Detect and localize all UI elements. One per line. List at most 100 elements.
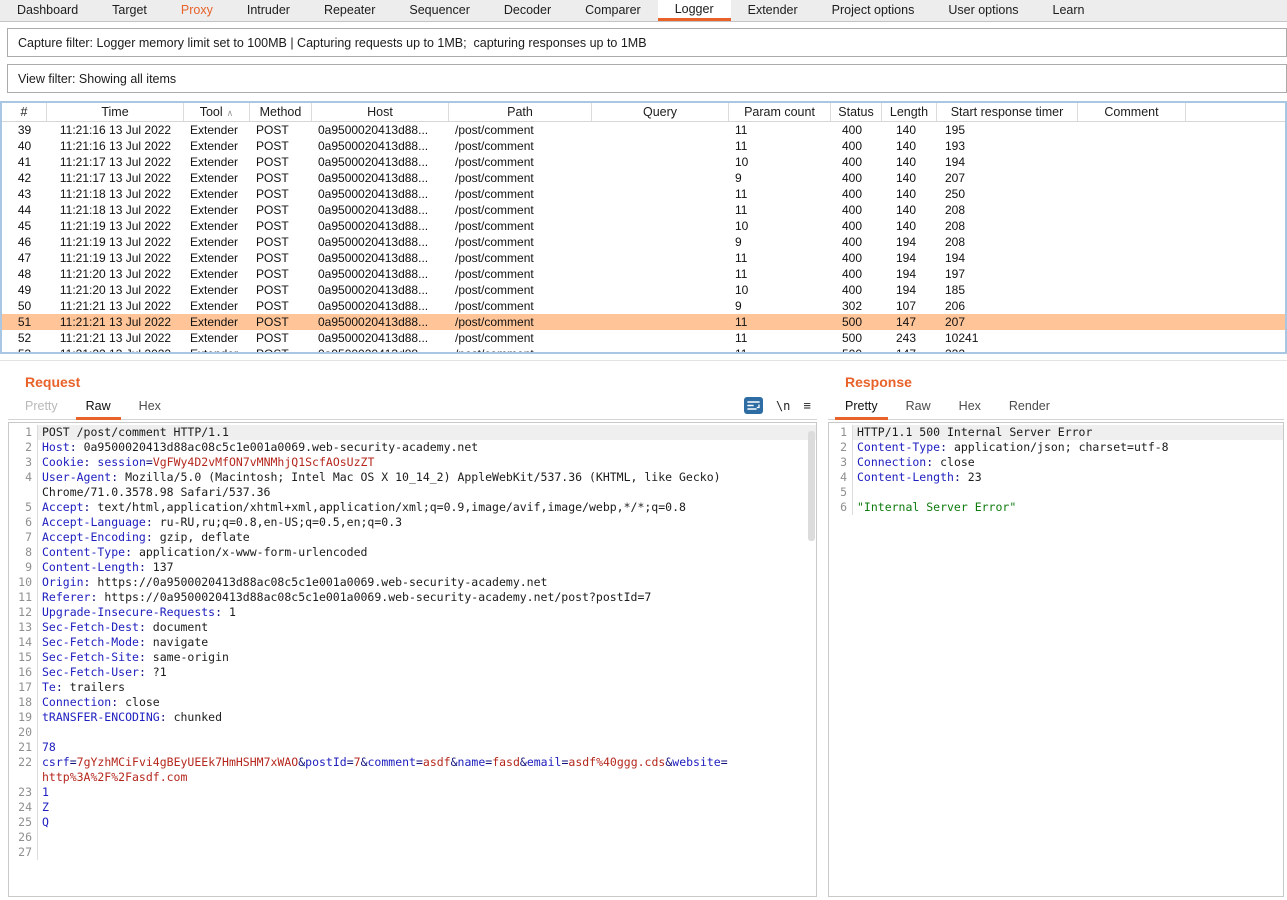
line-number: 19: [9, 710, 38, 725]
code-line: 5: [829, 485, 1283, 500]
table-row[interactable]: 4111:21:17 13 Jul 2022ExtenderPOST0a9500…: [2, 154, 1285, 170]
horizontal-splitter[interactable]: [0, 354, 1287, 361]
column-header-time[interactable]: Time: [47, 103, 184, 121]
cell-host: 0a9500020413d88...: [312, 138, 449, 154]
menu-tab-decoder[interactable]: Decoder: [487, 0, 568, 21]
column-header-num[interactable]: #: [2, 103, 47, 121]
cell-timer: 222: [937, 346, 1078, 354]
cell-status: 302: [831, 298, 882, 314]
column-header-query[interactable]: Query: [592, 103, 729, 121]
cell-length: 140: [882, 186, 937, 202]
cell-time: 11:21:21 13 Jul 2022: [47, 298, 184, 314]
tab-hex[interactable]: Hex: [125, 399, 175, 419]
cell-method: POST: [250, 218, 312, 234]
cell-num: 45: [2, 218, 47, 234]
cell-time: 11:21:17 13 Jul 2022: [47, 154, 184, 170]
cell-length: 140: [882, 202, 937, 218]
code-text: [38, 830, 816, 845]
table-row[interactable]: 5311:21:22 13 Jul 2022ExtenderPOST0a9500…: [2, 346, 1285, 354]
cell-length: 107: [882, 298, 937, 314]
cell-params: 9: [729, 298, 831, 314]
column-header-params[interactable]: Param count: [729, 103, 831, 121]
editor-menu-icon[interactable]: ≡: [803, 399, 811, 412]
table-row[interactable]: 4011:21:16 13 Jul 2022ExtenderPOST0a9500…: [2, 138, 1285, 154]
column-header-path[interactable]: Path: [449, 103, 592, 121]
table-row[interactable]: 3911:21:16 13 Jul 2022ExtenderPOST0a9500…: [2, 122, 1285, 138]
message-editors: Request PrettyRawHex\n≡ 1POST /post/comm…: [0, 362, 1287, 900]
code-text: User-Agent: Mozilla/5.0 (Macintosh; Inte…: [38, 470, 816, 485]
tab-raw[interactable]: Raw: [892, 399, 945, 419]
cell-length: 243: [882, 330, 937, 346]
menu-tab-dashboard[interactable]: Dashboard: [0, 0, 95, 21]
table-row[interactable]: 4311:21:18 13 Jul 2022ExtenderPOST0a9500…: [2, 186, 1285, 202]
tab-raw[interactable]: Raw: [72, 399, 125, 419]
menu-tab-proxy[interactable]: Proxy: [164, 0, 230, 21]
cell-params: 11: [729, 266, 831, 282]
line-number: [9, 770, 38, 785]
code-text: csrf=7gYzhMCiFvi4gBEyUEEk7HmHSHM7xWAO&po…: [38, 755, 816, 770]
code-text: Content-Type: application/json; charset=…: [853, 440, 1283, 455]
menu-tab-comparer[interactable]: Comparer: [568, 0, 658, 21]
menu-tab-learn[interactable]: Learn: [1036, 0, 1102, 21]
cell-tool: Extender: [184, 314, 250, 330]
table-row[interactable]: 5211:21:21 13 Jul 2022ExtenderPOST0a9500…: [2, 330, 1285, 346]
line-number: 5: [9, 500, 38, 515]
menu-tab-target[interactable]: Target: [95, 0, 164, 21]
tab-render[interactable]: Render: [995, 399, 1064, 419]
tab-hex[interactable]: Hex: [945, 399, 995, 419]
cell-filler: [1186, 202, 1287, 218]
column-header-method[interactable]: Method: [250, 103, 312, 121]
tab-pretty[interactable]: Pretty: [831, 399, 892, 419]
column-header-status[interactable]: Status: [831, 103, 882, 121]
response-editor[interactable]: 1HTTP/1.1 500 Internal Server Error2Cont…: [828, 422, 1284, 897]
menu-tab-sequencer[interactable]: Sequencer: [392, 0, 486, 21]
view-filter-bar[interactable]: View filter: Showing all items: [7, 64, 1287, 93]
column-header-comment[interactable]: Comment: [1078, 103, 1186, 121]
cell-host: 0a9500020413d88...: [312, 330, 449, 346]
cell-tool: Extender: [184, 170, 250, 186]
request-scrollbar[interactable]: [808, 431, 815, 541]
cell-host: 0a9500020413d88...: [312, 186, 449, 202]
table-row[interactable]: 4411:21:18 13 Jul 2022ExtenderPOST0a9500…: [2, 202, 1285, 218]
code-text: Content-Length: 23: [853, 470, 1283, 485]
code-line: 231: [9, 785, 816, 800]
column-header-filler[interactable]: [1186, 103, 1287, 121]
line-number: 17: [9, 680, 38, 695]
cell-query: [592, 266, 729, 282]
table-row[interactable]: 5011:21:21 13 Jul 2022ExtenderPOST0a9500…: [2, 298, 1285, 314]
newline-icon[interactable]: \n: [776, 399, 790, 413]
tab-pretty[interactable]: Pretty: [11, 399, 72, 419]
table-row[interactable]: 4711:21:19 13 Jul 2022ExtenderPOST0a9500…: [2, 250, 1285, 266]
menu-tab-user-options[interactable]: User options: [931, 0, 1035, 21]
cell-time: 11:21:18 13 Jul 2022: [47, 202, 184, 218]
table-row[interactable]: 4911:21:20 13 Jul 2022ExtenderPOST0a9500…: [2, 282, 1285, 298]
table-row[interactable]: 4211:21:17 13 Jul 2022ExtenderPOST0a9500…: [2, 170, 1285, 186]
cell-comment: [1078, 346, 1186, 354]
line-number: 12: [9, 605, 38, 620]
code-text: Upgrade-Insecure-Requests: 1: [38, 605, 816, 620]
cell-path: /post/comment: [449, 298, 592, 314]
request-editor[interactable]: 1POST /post/comment HTTP/1.12Host: 0a950…: [8, 422, 817, 897]
menu-tab-intruder[interactable]: Intruder: [230, 0, 307, 21]
menu-tab-extender[interactable]: Extender: [731, 0, 815, 21]
cell-tool: Extender: [184, 218, 250, 234]
format-code-icon[interactable]: [744, 397, 763, 414]
table-row[interactable]: 4511:21:19 13 Jul 2022ExtenderPOST0a9500…: [2, 218, 1285, 234]
menu-tab-project-options[interactable]: Project options: [815, 0, 932, 21]
column-header-timer[interactable]: Start response timer: [937, 103, 1078, 121]
column-header-tool[interactable]: Tool∧: [184, 103, 250, 121]
code-line: 19tRANSFER-ENCODING: chunked: [9, 710, 816, 725]
cell-time: 11:21:20 13 Jul 2022: [47, 266, 184, 282]
menu-tab-repeater[interactable]: Repeater: [307, 0, 392, 21]
column-header-length[interactable]: Length: [882, 103, 937, 121]
code-line: 2178: [9, 740, 816, 755]
cell-path: /post/comment: [449, 314, 592, 330]
capture-filter-bar[interactable]: Capture filter: Logger memory limit set …: [7, 28, 1287, 57]
code-line: 3Cookie: session=VgFWy4D2vMfON7vMNMhjQ1S…: [9, 455, 816, 470]
request-pane: Request PrettyRawHex\n≡ 1POST /post/comm…: [0, 362, 820, 900]
table-row[interactable]: 4611:21:19 13 Jul 2022ExtenderPOST0a9500…: [2, 234, 1285, 250]
menu-tab-logger[interactable]: Logger: [658, 0, 731, 21]
table-row[interactable]: 5111:21:21 13 Jul 2022ExtenderPOST0a9500…: [2, 314, 1285, 330]
table-row[interactable]: 4811:21:20 13 Jul 2022ExtenderPOST0a9500…: [2, 266, 1285, 282]
column-header-host[interactable]: Host: [312, 103, 449, 121]
